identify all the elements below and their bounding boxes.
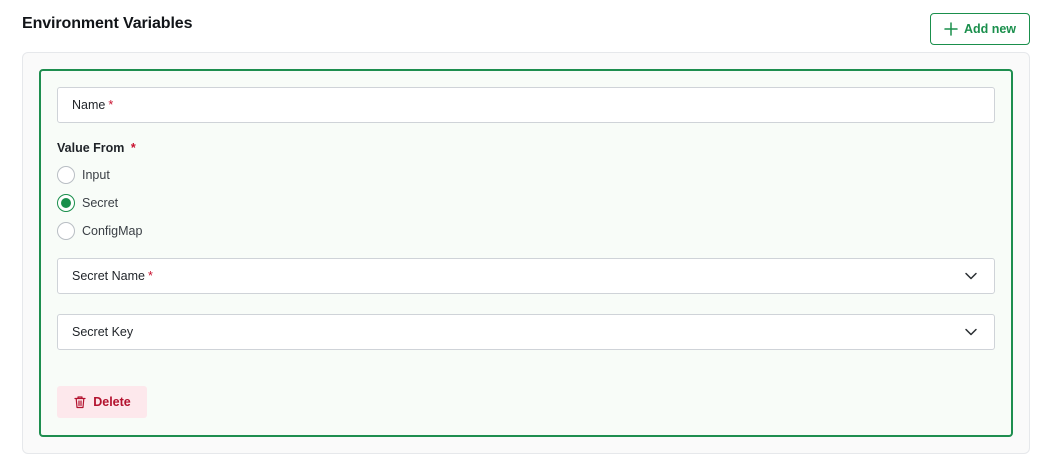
- value-from-text: Value From: [57, 141, 125, 155]
- radio-configmap[interactable]: [57, 222, 75, 240]
- delete-label: Delete: [93, 395, 131, 409]
- chevron-down-icon[interactable]: [964, 325, 978, 339]
- secret-name-required-marker: *: [147, 269, 153, 283]
- secret-key-placeholder: Secret Key: [72, 325, 134, 339]
- env-var-item-card: [39, 69, 1013, 437]
- name-required-marker: *: [108, 98, 114, 112]
- radio-secret-label: Secret: [82, 196, 119, 210]
- radio-option-secret[interactable]: Secret: [57, 193, 118, 213]
- add-new-button[interactable]: Add new: [930, 13, 1030, 45]
- radio-configmap-label: ConfigMap: [82, 224, 143, 238]
- secret-key-select[interactable]: Secret Key: [57, 314, 995, 350]
- value-from-required-marker: *: [130, 141, 136, 155]
- page: Environment Variables Add new Name * Val…: [0, 0, 1051, 473]
- secret-name-select[interactable]: Secret Name *: [57, 258, 995, 294]
- add-new-label: Add new: [963, 22, 1017, 36]
- radio-selected-dot: [61, 198, 71, 208]
- chevron-down-icon[interactable]: [964, 269, 978, 283]
- delete-button[interactable]: Delete: [57, 386, 147, 418]
- section-title: Environment Variables: [22, 15, 193, 32]
- trash-icon: [74, 396, 86, 409]
- radio-option-configmap[interactable]: ConfigMap: [57, 221, 142, 241]
- name-input[interactable]: Name *: [57, 87, 995, 123]
- value-from-label: Value From *: [57, 141, 136, 155]
- radio-secret[interactable]: [57, 194, 75, 212]
- secret-name-placeholder: Secret Name *: [72, 269, 153, 283]
- secret-name-text: Secret Name: [72, 269, 145, 283]
- name-placeholder: Name: [72, 98, 106, 112]
- radio-input-label: Input: [82, 168, 110, 182]
- radio-input[interactable]: [57, 166, 75, 184]
- plus-icon: [944, 22, 958, 36]
- radio-option-input[interactable]: Input: [57, 165, 110, 185]
